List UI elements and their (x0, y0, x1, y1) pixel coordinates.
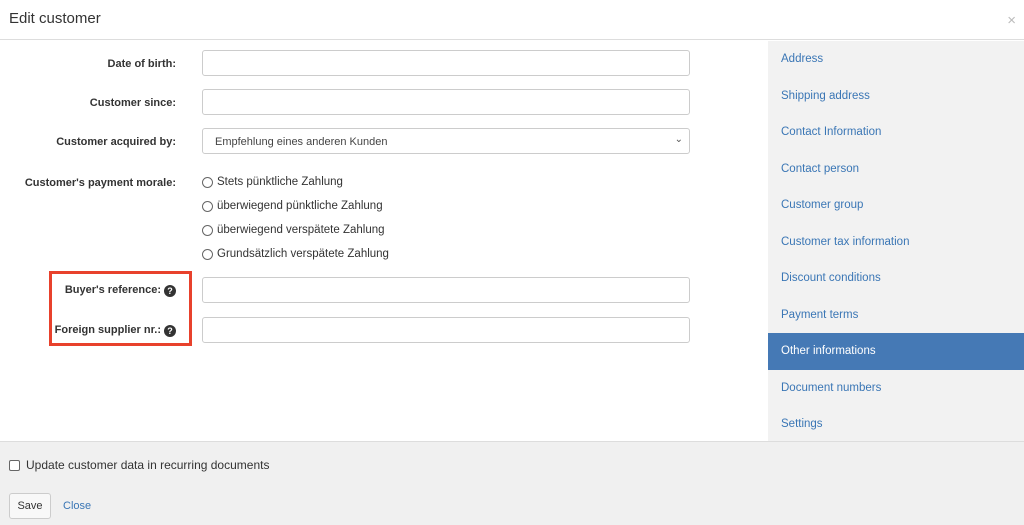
sidebar-item-contact-person[interactable]: Contact person (768, 151, 1024, 188)
acquired-by-value: Empfehlung eines anderen Kunden (215, 136, 388, 148)
acquired-by-select[interactable]: Empfehlung eines anderen Kunden ⌄ (202, 128, 690, 154)
payment-morale-radio[interactable]: überwiegend verspätete Zahlung (202, 224, 385, 236)
sidebar-nav: Address Shipping address Contact Informa… (768, 41, 1024, 441)
dialog-title: Edit customer (9, 10, 101, 27)
update-recurring-label: Update customer data in recurring docume… (26, 458, 270, 472)
checkbox-icon (9, 459, 20, 471)
radio-label: überwiegend pünktliche Zahlung (217, 200, 383, 212)
payment-morale-label: Customer's payment morale: (24, 177, 176, 189)
dialog-footer: Update customer data in recurring docume… (0, 441, 1024, 525)
sidebar-item-payment-terms[interactable]: Payment terms (768, 297, 1024, 334)
chevron-down-icon: ⌄ (674, 134, 683, 145)
acquired-by-label: Customer acquired by: (56, 136, 176, 148)
radio-icon (202, 200, 213, 212)
payment-morale-radio[interactable]: überwiegend pünktliche Zahlung (202, 200, 383, 212)
close-link[interactable]: Close (63, 500, 91, 512)
sidebar-item-document-numbers[interactable]: Document numbers (768, 370, 1024, 407)
radio-icon (202, 224, 213, 236)
radio-icon (202, 176, 213, 188)
radio-label: Grundsätzlich verspätete Zahlung (217, 248, 389, 260)
radio-label: Stets pünktliche Zahlung (217, 176, 343, 188)
highlight-box (49, 271, 192, 346)
sidebar-item-discount-conditions[interactable]: Discount conditions (768, 260, 1024, 297)
close-icon[interactable]: × (1007, 12, 1016, 29)
dialog-header: Edit customer × (0, 0, 1024, 40)
radio-label: überwiegend verspätete Zahlung (217, 224, 385, 236)
sidebar-item-other-informations[interactable]: Other informations (768, 333, 1024, 370)
radio-icon (202, 248, 213, 260)
date-of-birth-input[interactable] (202, 50, 690, 76)
foreign-supplier-input[interactable] (202, 317, 690, 343)
customer-since-label: Customer since: (89, 97, 176, 109)
payment-morale-radio[interactable]: Stets pünktliche Zahlung (202, 176, 343, 188)
form-panel: Date of birth: Customer since: Customer … (0, 41, 768, 441)
payment-morale-radio[interactable]: Grundsätzlich verspätete Zahlung (202, 248, 389, 260)
sidebar-item-customer-group[interactable]: Customer group (768, 187, 1024, 224)
buyers-reference-input[interactable] (202, 277, 690, 303)
save-button[interactable]: Save (9, 493, 51, 519)
update-recurring-checkbox[interactable]: Update customer data in recurring docume… (9, 458, 269, 472)
customer-since-input[interactable] (202, 89, 690, 115)
sidebar-item-address[interactable]: Address (768, 41, 1024, 78)
sidebar-item-contact-information[interactable]: Contact Information (768, 114, 1024, 151)
date-of-birth-label: Date of birth: (107, 58, 176, 70)
sidebar-item-customer-tax-information[interactable]: Customer tax information (768, 224, 1024, 261)
sidebar-item-shipping-address[interactable]: Shipping address (768, 78, 1024, 115)
sidebar-item-settings[interactable]: Settings (768, 406, 1024, 443)
